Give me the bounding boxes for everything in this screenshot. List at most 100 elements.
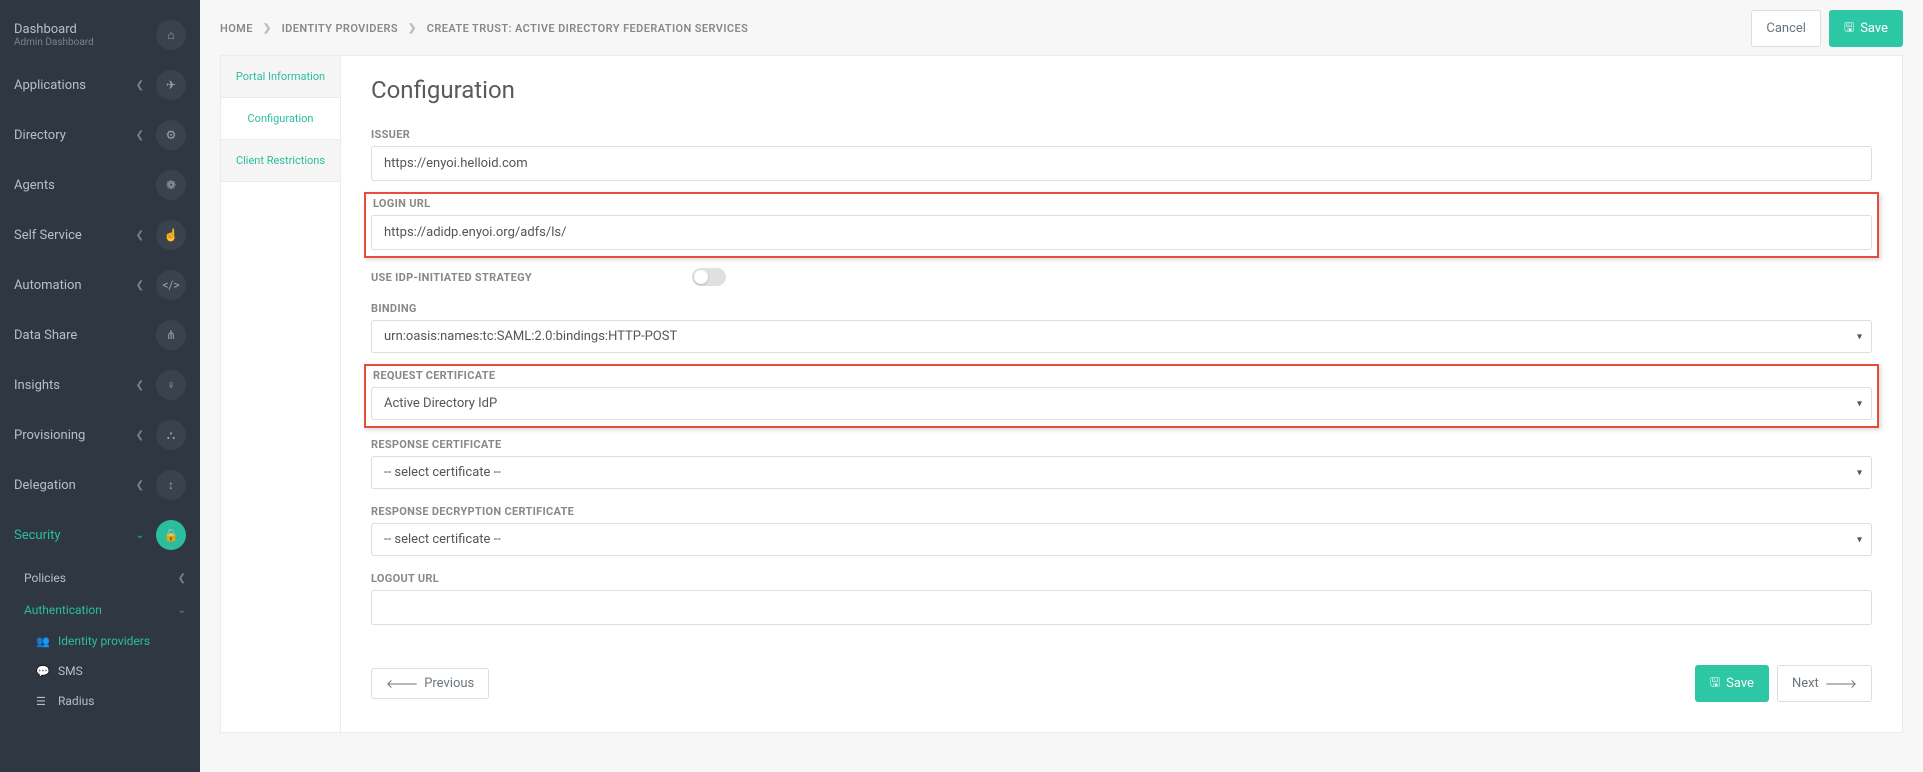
field-response-certificate: RESPONSE CERTIFICATE -- select certifica… [371, 438, 1872, 489]
sidebar-label: Provisioning [14, 428, 85, 443]
main-area: HOME ❯ IDENTITY PROVIDERS ❯ CREATE TRUST… [200, 0, 1923, 772]
cancel-button[interactable]: Cancel [1751, 10, 1821, 47]
response-cert-label: RESPONSE CERTIFICATE [371, 438, 1872, 451]
save-button-bottom[interactable]: 🖫Save [1695, 665, 1769, 702]
field-request-certificate: REQUEST CERTIFICATE Active Directory IdP [371, 369, 1872, 420]
save-button-top[interactable]: 🖫Save [1829, 10, 1903, 47]
previous-button[interactable]: 🡐Previous [371, 668, 489, 699]
share-icon: ⋔ [156, 320, 186, 350]
top-actions: Cancel 🖫Save [1751, 10, 1903, 47]
response-cert-select[interactable]: -- select certificate -- [371, 456, 1872, 489]
chevron-left-icon: ❮ [136, 230, 144, 241]
response-decrypt-select[interactable]: -- select certificate -- [371, 523, 1872, 556]
sidebar-label: Automation [14, 278, 82, 293]
users-icon: ⛬ [156, 420, 186, 450]
arrow-right-icon: 🡒 [1825, 676, 1857, 691]
hand-icon: ☝ [156, 220, 186, 250]
binding-select[interactable]: urn:oasis:names:tc:SAML:2.0:bindings:HTT… [371, 320, 1872, 353]
sidebar-item-directory[interactable]: Directory ❮ ⚙ [0, 110, 200, 160]
content-panel: Portal Information Configuration Client … [220, 55, 1903, 733]
leaf-label: Radius [58, 694, 94, 708]
sidebar-item-dashboard[interactable]: Dashboard Admin Dashboard ⌂ [0, 10, 200, 60]
sidebar-item-security[interactable]: Security ⌄🔒 [0, 510, 200, 560]
chevron-left-icon: ❮ [136, 130, 144, 141]
issuer-label: ISSUER [371, 128, 1872, 141]
page-title: Configuration [371, 76, 1872, 104]
field-response-decryption-certificate: RESPONSE DECRYPTION CERTIFICATE -- selec… [371, 505, 1872, 556]
logout-url-label: LOGOUT URL [371, 572, 1872, 585]
request-cert-label: REQUEST CERTIFICATE [373, 369, 1872, 382]
highlight-login-url: LOGIN URL [364, 192, 1879, 258]
save-icon: 🖫 [1844, 18, 1854, 39]
sidebar-item-datashare[interactable]: Data Share ⋔ [0, 310, 200, 360]
tab-portal-information[interactable]: Portal Information [221, 56, 340, 98]
gear-icon: ⚙ [156, 120, 186, 150]
login-url-input[interactable] [371, 215, 1872, 250]
logout-url-input[interactable] [371, 590, 1872, 625]
chevron-left-icon: ❮ [136, 380, 144, 391]
leaf-label: Identity providers [58, 634, 150, 648]
sidebar-item-selfservice[interactable]: Self Service ❮☝ [0, 210, 200, 260]
tab-configuration[interactable]: Configuration [221, 98, 340, 140]
chevron-left-icon: ❮ [178, 573, 186, 584]
topbar: HOME ❯ IDENTITY PROVIDERS ❯ CREATE TRUST… [200, 0, 1923, 55]
submenu-label: Authentication [24, 603, 102, 617]
sidebar-item-insights[interactable]: Insights ❮ ♀ [0, 360, 200, 410]
list-icon: ☰ [36, 695, 50, 708]
field-logout-url: LOGOUT URL [371, 572, 1872, 625]
sidebar-item-delegation[interactable]: Delegation ❮ ↕ [0, 460, 200, 510]
leaf-radius[interactable]: ☰ Radius [0, 686, 200, 716]
field-login-url: LOGIN URL [371, 197, 1872, 250]
leaf-sms[interactable]: 💬 SMS [0, 656, 200, 686]
sidebar-label: Agents [14, 178, 55, 193]
chat-icon: 💬 [36, 665, 50, 678]
chevron-down-icon: ⌄ [178, 605, 186, 616]
exchange-icon: ↕ [156, 470, 186, 500]
sidebar-label: Data Share [14, 328, 77, 343]
sidebar-sublabel: Admin Dashboard [14, 37, 94, 48]
sidebar-item-agents[interactable]: Agents ❁ [0, 160, 200, 210]
leaf-label: SMS [58, 664, 83, 678]
breadcrumb-idp[interactable]: IDENTITY PROVIDERS [282, 22, 398, 35]
issuer-input[interactable] [371, 146, 1872, 181]
arrow-left-icon: 🡐 [386, 676, 418, 691]
wizard-tabs: Portal Information Configuration Client … [221, 56, 341, 732]
request-cert-select[interactable]: Active Directory IdP [371, 387, 1872, 420]
sidebar-item-provisioning[interactable]: Provisioning ❮ ⛬ [0, 410, 200, 460]
sidebar-item-applications[interactable]: Applications ❮ ✈ [0, 60, 200, 110]
idp-initiated-label: USE IDP-INITIATED STRATEGY [371, 271, 532, 284]
chevron-left-icon: ❮ [136, 80, 144, 91]
footer-actions: 🡐Previous 🖫Save Next🡒 [371, 661, 1872, 702]
response-decrypt-label: RESPONSE DECRYPTION CERTIFICATE [371, 505, 1872, 518]
tab-client-restrictions[interactable]: Client Restrictions [221, 140, 340, 182]
user-plus-icon: 👥 [36, 635, 50, 648]
bulb-icon: ♀ [156, 370, 186, 400]
plane-icon: ✈ [156, 70, 186, 100]
sidebar-label: Delegation [14, 478, 76, 493]
security-submenu: Policies ❮ Authentication ⌄ 👥 Identity p… [0, 560, 200, 724]
sidebar-label: Directory [14, 128, 66, 143]
chevron-right-icon: ❯ [263, 23, 272, 34]
sidebar-label: Insights [14, 378, 60, 393]
submenu-policies[interactable]: Policies ❮ [0, 562, 200, 594]
idp-initiated-toggle[interactable] [692, 268, 726, 286]
field-idp-initiated: USE IDP-INITIATED STRATEGY [371, 268, 1872, 286]
binding-label: BINDING [371, 302, 1872, 315]
chevron-left-icon: ❮ [136, 430, 144, 441]
sidebar-item-automation[interactable]: Automation ❮</> [0, 260, 200, 310]
sidebar-label: Security [14, 528, 61, 543]
home-icon: ⌂ [156, 20, 186, 50]
field-binding: BINDING urn:oasis:names:tc:SAML:2.0:bind… [371, 302, 1872, 353]
form-area: Configuration ISSUER LOGIN URL USE IDP-I… [341, 56, 1902, 732]
submenu-authentication[interactable]: Authentication ⌄ [0, 594, 200, 626]
save-icon: 🖫 [1710, 673, 1720, 694]
submenu-label: Policies [24, 571, 66, 585]
chevron-left-icon: ❮ [136, 480, 144, 491]
breadcrumb-current: CREATE TRUST: ACTIVE DIRECTORY FEDERATIO… [427, 22, 748, 35]
chevron-down-icon: ⌄ [136, 530, 144, 541]
code-icon: </> [156, 270, 186, 300]
leaf-identity-providers[interactable]: 👥 Identity providers [0, 626, 200, 656]
breadcrumb-home[interactable]: HOME [220, 22, 253, 35]
next-button[interactable]: Next🡒 [1777, 665, 1872, 702]
sidebar-label: Applications [14, 78, 86, 93]
